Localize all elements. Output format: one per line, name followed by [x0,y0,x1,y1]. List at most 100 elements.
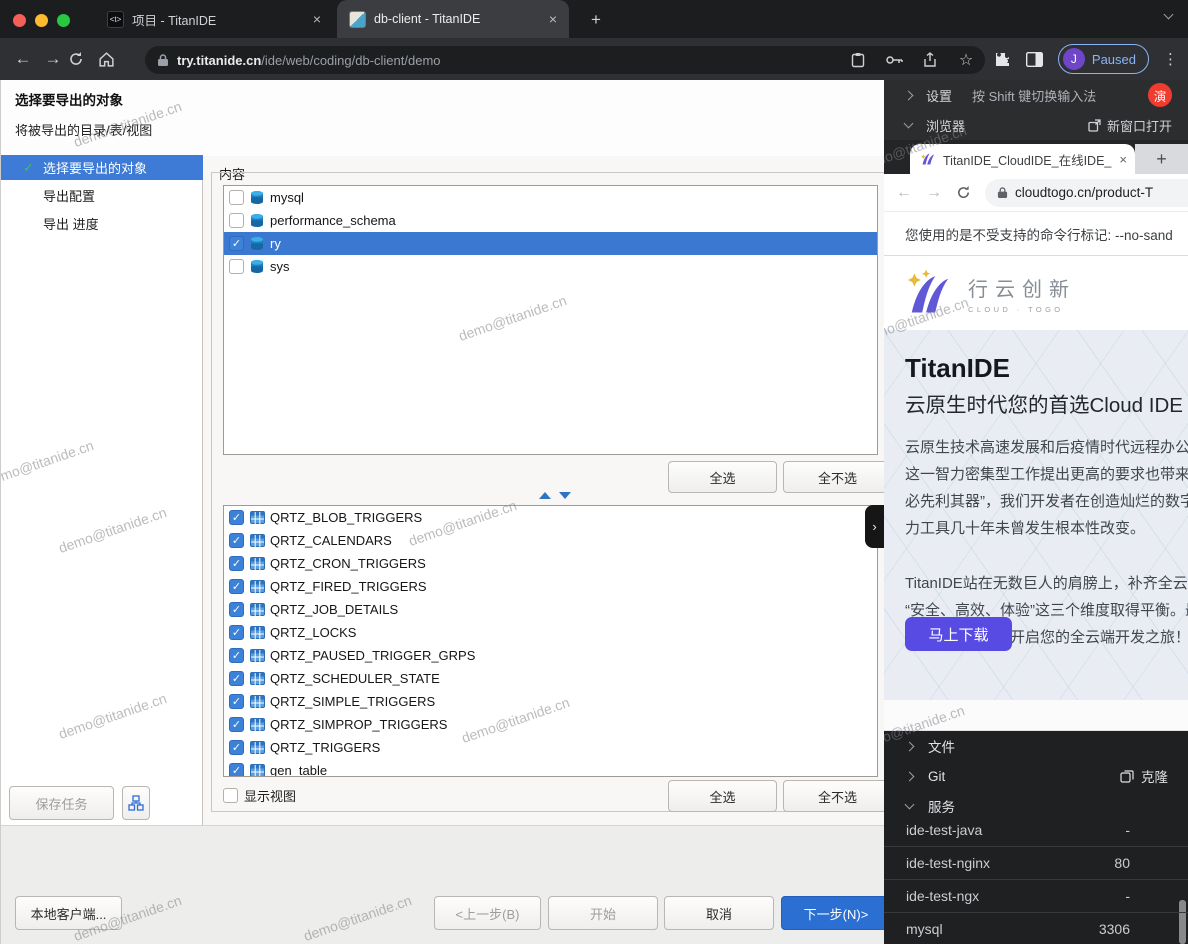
services-section-header[interactable]: 服务 [884,791,1188,821]
arrow-up-icon[interactable] [539,492,551,499]
select-all-databases-button[interactable]: 全选 [668,461,777,493]
share-icon[interactable] [921,51,939,69]
minimize-window-button[interactable] [35,14,48,27]
panel-expand-handle[interactable]: › [865,505,884,548]
checkbox[interactable]: ✓ [229,717,244,732]
profile-paused-button[interactable]: J Paused [1058,44,1149,74]
cancel-button[interactable]: 取消 [664,896,774,930]
chevron-down-icon[interactable] [1164,10,1174,20]
service-row[interactable]: ide-test-nginx80 [884,846,1188,879]
table-name: QRTZ_SCHEDULER_STATE [270,671,440,686]
table-row[interactable]: ✓QRTZ_BLOB_TRIGGERS [224,506,877,529]
checkbox[interactable]: ✓ [229,625,244,640]
git-clone-button[interactable]: 克隆 [1120,766,1168,786]
hero-subtitle: 云原生时代您的首选Cloud IDE [905,388,1183,418]
service-row[interactable]: ide-test-ngx- [884,879,1188,912]
git-section-header[interactable]: Git 克隆 [884,761,1188,791]
checkbox[interactable] [229,190,244,205]
save-task-icon-button[interactable] [122,786,150,820]
open-new-window-button[interactable]: 新窗口打开 [1088,116,1172,135]
table-row[interactable]: ✓QRTZ_SIMPLE_TRIGGERS [224,690,877,713]
table-row[interactable]: ✓QRTZ_SIMPROP_TRIGGERS [224,713,877,736]
table-row[interactable]: ✓QRTZ_JOB_DETAILS [224,598,877,621]
select-none-tables-button[interactable]: 全不选 [783,780,884,812]
database-row[interactable]: performance_schema [224,209,877,232]
show-views-option[interactable]: 显示视图 [223,786,296,805]
checkbox[interactable]: ✓ [229,694,244,709]
download-button[interactable]: 马上下载 [905,617,1012,651]
paused-label: Paused [1092,52,1136,67]
files-section-header[interactable]: 文件 [884,731,1188,761]
service-row[interactable]: mysql3306 [884,912,1188,944]
close-icon[interactable]: × [1119,152,1127,167]
select-none-databases-button[interactable]: 全不选 [783,461,884,493]
database-row[interactable]: sys [224,255,877,278]
checkbox[interactable]: ✓ [229,763,244,777]
browser-menu-icon[interactable]: ⋮ [1163,50,1178,68]
checkbox[interactable]: ✓ [229,671,244,686]
table-row[interactable]: ✓QRTZ_CALENDARS [224,529,877,552]
settings-section-header[interactable]: 设置 按 Shift 键切换输入法 演 [884,80,1188,110]
checkbox[interactable]: ✓ [229,648,244,663]
mini-url-field[interactable]: cloudtogo.cn/product-T [985,179,1188,207]
start-button[interactable]: 开始 [548,896,658,930]
checkbox[interactable]: ✓ [229,740,244,755]
wizard-step[interactable]: ✓选择要导出的对象 [1,155,203,180]
chevron-right-icon [904,90,914,100]
checkbox[interactable] [229,259,244,274]
side-panel-icon[interactable] [1026,50,1044,68]
wizard-step[interactable]: 导出配置 [1,183,203,208]
browser-section-header[interactable]: 浏览器 新窗口打开 [884,110,1188,140]
back-icon[interactable]: ← [896,184,912,202]
table-row[interactable]: ✓QRTZ_PAUSED_TRIGGER_GRPS [224,644,877,667]
clipboard-icon[interactable] [849,51,867,69]
arrow-down-icon[interactable] [559,492,571,499]
step-label: 选择要导出的对象 [43,158,147,177]
extensions-puzzle-icon[interactable] [994,50,1012,68]
checkbox[interactable]: ✓ [229,602,244,617]
table-row[interactable]: ✓QRTZ_CRON_TRIGGERS [224,552,877,575]
browser-tab-project[interactable]: <t> 项目 - TitanIDE × [95,0,333,38]
local-client-button[interactable]: 本地客户端... [15,896,122,930]
table-row[interactable]: ✓gen_table [224,759,877,777]
forward-icon[interactable]: → [926,184,942,202]
table-list[interactable]: ✓QRTZ_BLOB_TRIGGERS✓QRTZ_CALENDARS✓QRTZ_… [223,505,878,777]
close-window-button[interactable] [13,14,26,27]
database-row[interactable]: ✓ry [224,232,877,255]
home-icon[interactable] [98,51,128,68]
save-task-button[interactable]: 保存任务 [9,786,114,820]
address-bar[interactable]: try.titanide.cn /ide/web/coding/db-clien… [145,46,985,74]
wizard-subtitle: 将被导出的目录/表/视图 [15,120,152,139]
back-icon[interactable]: ← [8,49,38,69]
database-list[interactable]: mysqlperformance_schema✓rysys [223,185,878,455]
database-row[interactable]: mysql [224,186,877,209]
checkbox[interactable]: ✓ [229,556,244,571]
table-row[interactable]: ✓ QRTZ_SCHEDULER_STATE [224,667,877,690]
table-row[interactable]: ✓QRTZ_LOCKS [224,621,877,644]
new-tab-button[interactable]: + [584,8,608,32]
show-views-checkbox[interactable] [223,788,238,803]
mini-browser-tab[interactable]: TitanIDE_CloudIDE_在线IDE_ × [910,144,1135,174]
checkbox[interactable]: ✓ [229,510,244,525]
select-all-tables-button[interactable]: 全选 [668,780,777,812]
wizard-step[interactable]: 导出 进度 [1,211,203,236]
close-icon[interactable]: × [549,11,557,27]
zoom-window-button[interactable] [57,14,70,27]
checkbox[interactable] [229,213,244,228]
reload-icon[interactable] [956,185,971,200]
checkbox[interactable]: ✓ [229,579,244,594]
close-icon[interactable]: × [313,11,321,27]
forward-icon[interactable]: → [38,49,68,69]
bookmark-star-icon[interactable]: ☆ [957,51,975,69]
checkbox[interactable]: ✓ [229,533,244,548]
table-row[interactable]: ✓QRTZ_TRIGGERS [224,736,877,759]
splitter-handle[interactable] [539,492,571,499]
browser-tab-db-client[interactable]: db-client - TitanIDE × [337,0,569,38]
reload-icon[interactable] [68,51,98,67]
key-icon[interactable] [885,51,903,69]
mini-new-tab-button[interactable]: + [1156,149,1167,170]
next-step-button[interactable]: 下一步(N)> [781,896,884,930]
previous-step-button[interactable]: <上一步(B) [434,896,541,930]
checkbox[interactable]: ✓ [229,236,244,251]
table-row[interactable]: ✓QRTZ_FIRED_TRIGGERS [224,575,877,598]
